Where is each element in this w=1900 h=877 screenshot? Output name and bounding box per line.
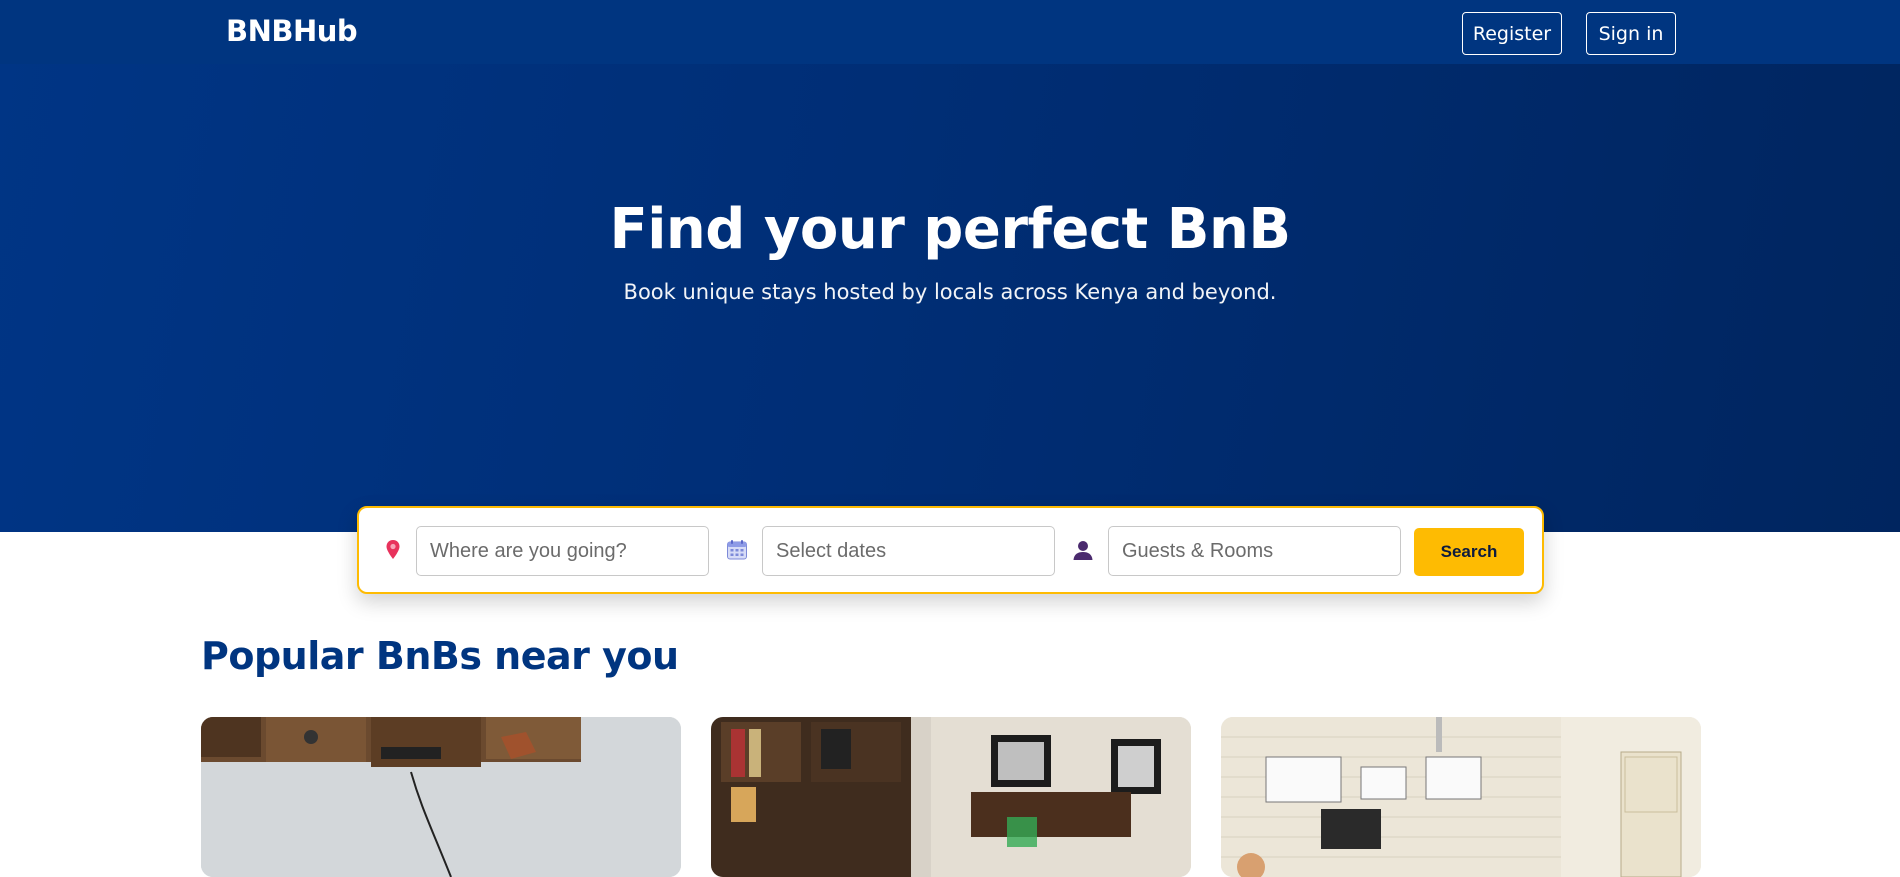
hero-subtitle: Book unique stays hosted by locals acros…	[623, 280, 1277, 304]
hero-banner: Find your perfect BnB Book unique stays …	[0, 64, 1900, 532]
guests-rooms-input[interactable]	[1108, 526, 1401, 576]
listing-photo-brick-wall-tv-room	[1221, 717, 1701, 877]
calendar-icon	[725, 538, 749, 562]
listing-card[interactable]	[201, 717, 681, 877]
dates-input[interactable]	[762, 526, 1055, 576]
popular-section-title: Popular BnBs near you	[201, 634, 679, 678]
top-navbar: BNBHub Register Sign in	[0, 0, 1900, 64]
listing-card[interactable]	[1221, 717, 1701, 877]
person-icon	[1071, 538, 1095, 562]
search-button[interactable]: Search	[1414, 528, 1524, 576]
listing-photo-shelves-wall	[201, 717, 681, 877]
location-pin-icon	[381, 538, 405, 562]
destination-input[interactable]	[416, 526, 709, 576]
brand-logo[interactable]: BNBHub	[226, 14, 358, 48]
listing-photo-bookshelf-living-room	[711, 717, 1191, 877]
search-bar: Search	[357, 506, 1544, 594]
listing-card[interactable]	[711, 717, 1191, 877]
hero-title: Find your perfect BnB	[609, 197, 1291, 262]
register-button[interactable]: Register	[1462, 12, 1562, 55]
sign-in-button[interactable]: Sign in	[1586, 12, 1676, 55]
